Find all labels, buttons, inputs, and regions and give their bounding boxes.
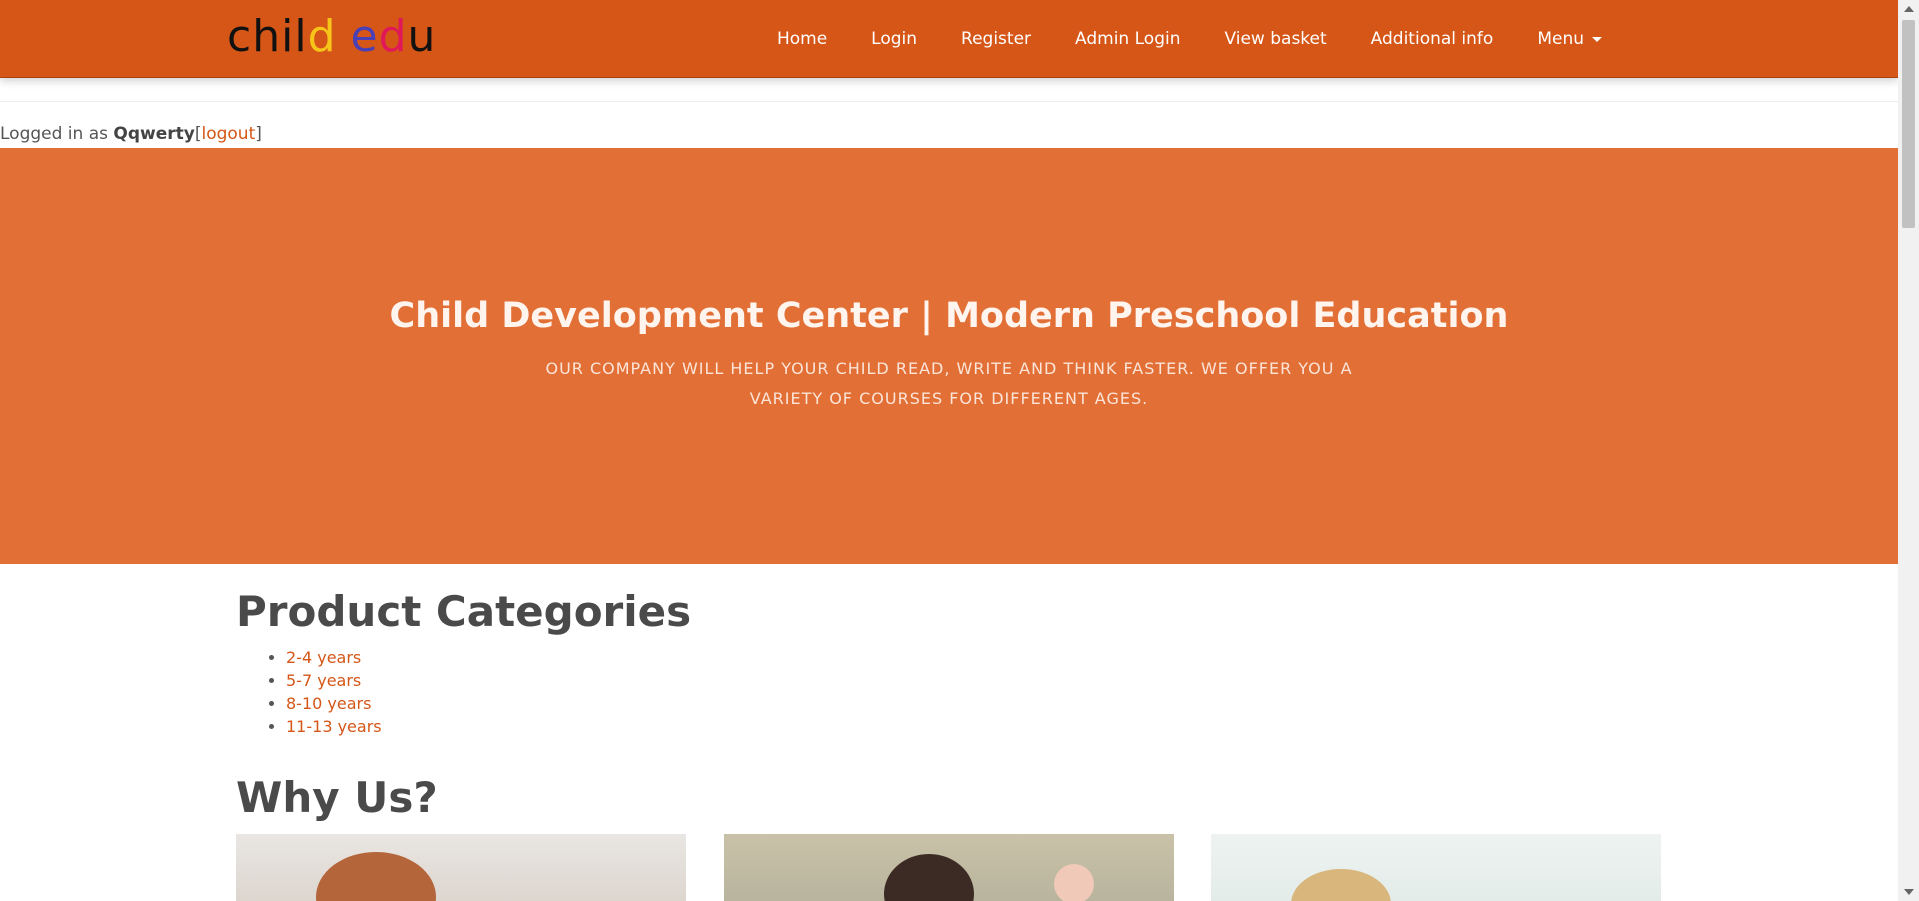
category-link-11-13[interactable]: 11-13 years: [286, 717, 382, 736]
scroll-thumb[interactable]: [1902, 20, 1915, 228]
why-us-cards: [236, 834, 1663, 901]
top-navbar: child edu Home Login Register Admin Login…: [0, 0, 1898, 78]
list-item: 8-10 years: [286, 692, 1662, 715]
category-link-5-7[interactable]: 5-7 years: [286, 671, 361, 690]
nav-menu: Home Login Register Admin Login View bas…: [755, 0, 1624, 78]
brand-logo[interactable]: child edu: [227, 12, 436, 62]
why-us-image-1: [236, 834, 686, 901]
nav-menu-dropdown[interactable]: Menu: [1515, 0, 1624, 78]
nav-view-basket[interactable]: View basket: [1202, 0, 1348, 78]
nav-register[interactable]: Register: [939, 0, 1053, 78]
vertical-scrollbar[interactable]: [1898, 0, 1919, 901]
why-us-heading: Why Us?: [236, 773, 438, 822]
brand-letter: h: [252, 11, 282, 62]
hero-subtitle: OUR COMPANY WILL HELP YOUR CHILD READ, W…: [545, 359, 1353, 408]
list-item: 2-4 years: [286, 646, 1662, 669]
nav-admin-login[interactable]: Admin Login: [1053, 0, 1202, 78]
hero-title: Child Development Center | Modern Presch…: [389, 296, 1509, 336]
category-link-2-4[interactable]: 2-4 years: [286, 648, 361, 667]
brand-letter: i: [281, 11, 295, 62]
hand-photo-shape: [1054, 864, 1094, 901]
nav-login[interactable]: Login: [849, 0, 939, 78]
list-item: 5-7 years: [286, 669, 1662, 692]
why-us-image-3: [1211, 834, 1661, 901]
brand-letter: c: [227, 11, 253, 62]
category-list: 2-4 years 5-7 years 8-10 years 11-13 yea…: [286, 646, 1662, 738]
login-status: Logged in as Qqwerty[logout]: [0, 124, 262, 144]
brand-letter-yellow: d: [307, 11, 337, 62]
brand-letter: u: [407, 11, 437, 62]
scroll-up-arrow-icon[interactable]: [1904, 6, 1914, 12]
why-us-image-2: [724, 834, 1174, 901]
category-link-8-10[interactable]: 8-10 years: [286, 694, 371, 713]
login-prefix: Logged in as: [0, 124, 114, 144]
child-photo-shape: [316, 852, 436, 901]
brand-letter-blue: e: [350, 11, 379, 62]
nav-additional-info[interactable]: Additional info: [1349, 0, 1516, 78]
nav-home[interactable]: Home: [755, 0, 849, 78]
child-photo-shape: [884, 854, 974, 901]
caret-down-icon: [1592, 36, 1602, 42]
hero-banner: Child Development Center | Modern Presch…: [0, 148, 1898, 564]
brand-letter: l: [294, 11, 308, 62]
username: Qqwerty: [113, 124, 195, 144]
scroll-down-arrow-icon[interactable]: [1904, 889, 1914, 895]
categories-section: Product Categories 2-4 years 5-7 years 8…: [236, 584, 1662, 738]
child-photo-shape: [1291, 869, 1391, 901]
logout-link[interactable]: logout: [201, 124, 255, 144]
categories-heading: Product Categories: [236, 587, 692, 636]
bracket-close: ]: [255, 124, 262, 144]
list-item: 11-13 years: [286, 715, 1662, 738]
nav-menu-label: Menu: [1537, 29, 1584, 49]
brand-letter-pink: d: [378, 11, 408, 62]
divider: [0, 101, 1898, 102]
